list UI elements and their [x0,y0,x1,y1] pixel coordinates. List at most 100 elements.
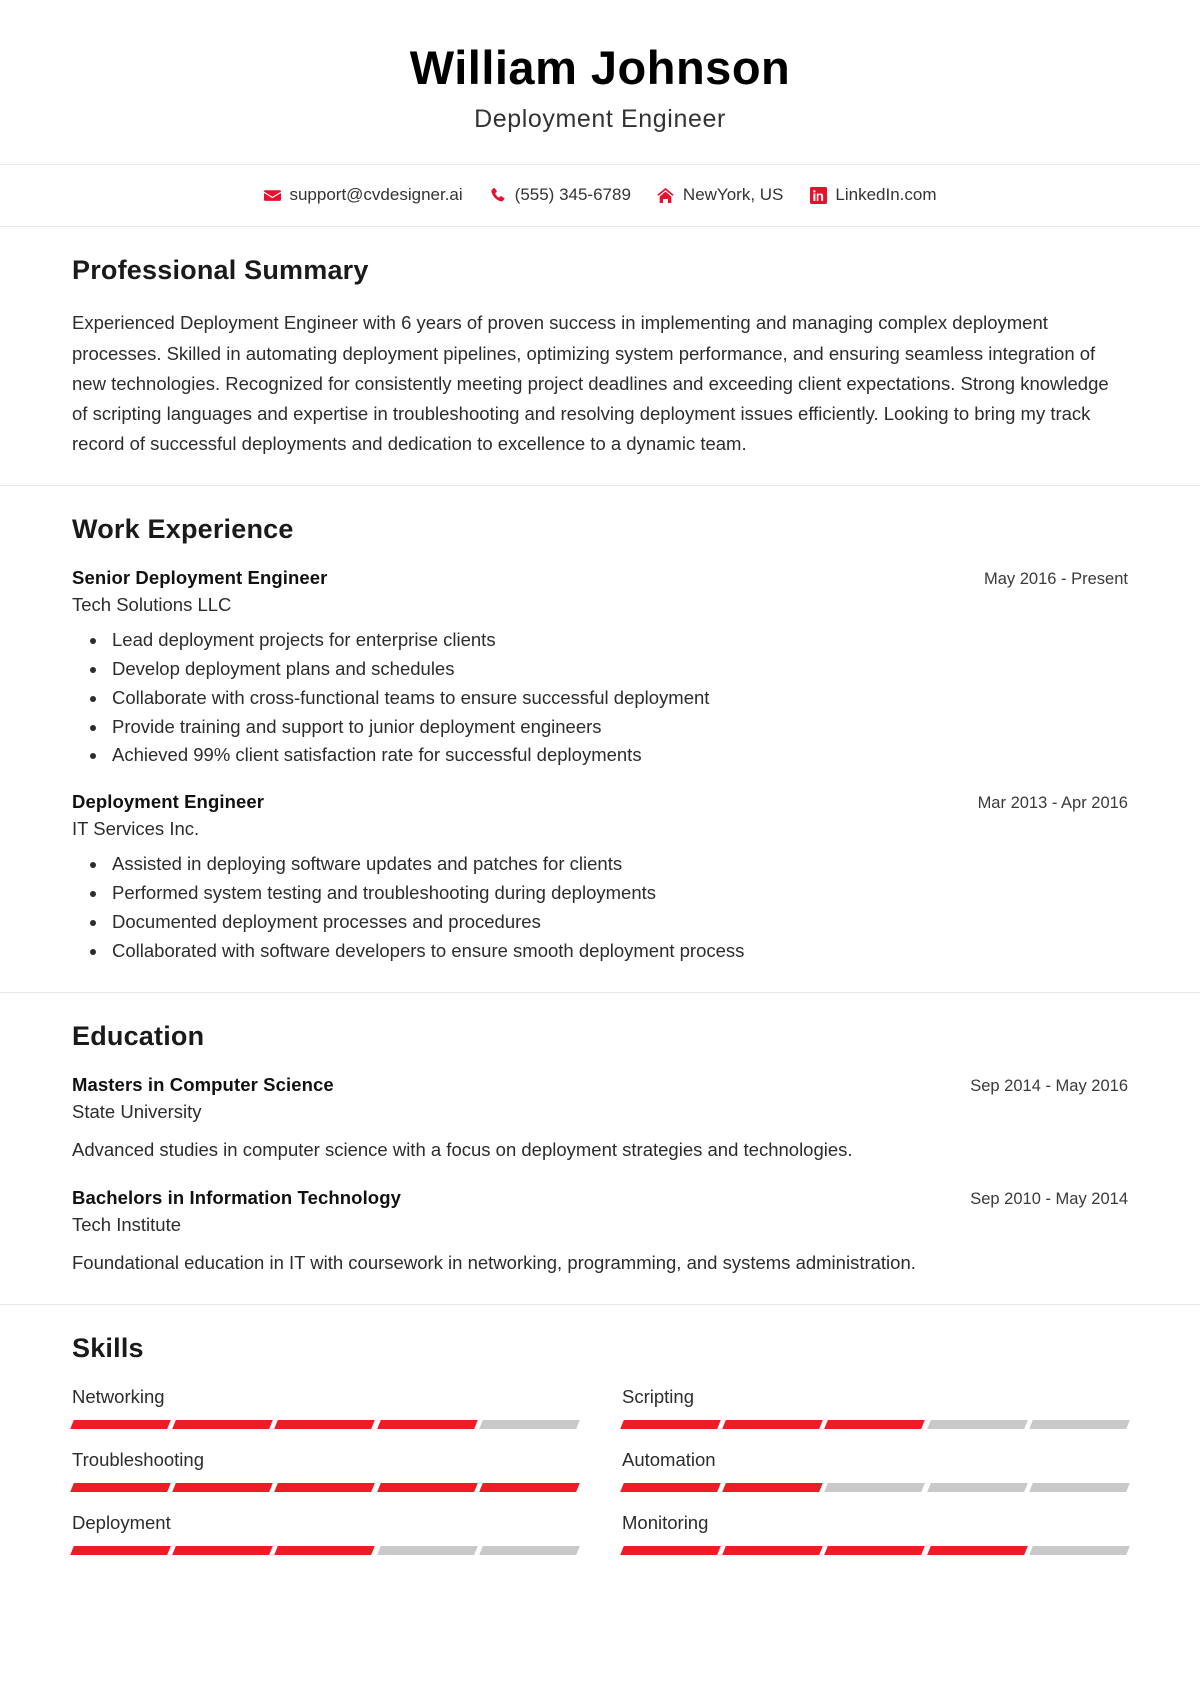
education-date: Sep 2014 - May 2016 [970,1077,1128,1096]
skills-grid: Networking Scripting Troubleshooting Aut… [70,1385,1130,1575]
skill-segment-empty [478,1419,580,1429]
skill-item: Monitoring [620,1511,1130,1575]
contact-label-location: NewYork, US [682,185,784,205]
education-degree: Masters in Computer Science [72,1074,334,1096]
work-bullet: Documented deployment processes and proc… [108,909,1128,936]
work-role: Senior Deployment Engineer [72,567,328,589]
skill-segment-filled [824,1419,926,1429]
work-bullet: Provide training and support to junior d… [108,714,1128,741]
skill-label: Networking [72,1385,165,1407]
section-skills: Skills Networking Scripting Troubleshoot… [0,1305,1200,1601]
education-school: State University [72,1101,202,1123]
work-bullet-list: Assisted in deploying software updates a… [72,851,1128,964]
section-professional-summary: Professional Summary Experienced Deploym… [0,227,1200,487]
contact-label-email: support@cvdesigner.ai [289,185,463,205]
work-bullet: Collaborated with software developers to… [108,938,1128,965]
contact-label-phone: (555) 345-6789 [514,185,631,205]
work-bullet: Achieved 99% client satisfaction rate fo… [108,742,1128,769]
education-description: Foundational education in IT with course… [72,1252,916,1274]
work-bullet: Develop deployment plans and schedules [108,656,1128,683]
skill-segment-empty [926,1419,1028,1429]
linkedin-icon [809,186,827,204]
skill-segment-filled [274,1482,376,1492]
skill-segment-empty [824,1482,926,1492]
contact-item-linkedin[interactable]: LinkedIn.com [809,185,937,205]
skill-segment-filled [478,1482,580,1492]
education-entry-head: Masters in Computer Science Sep 2014 - M… [72,1074,1128,1096]
skill-label: Monitoring [622,1511,709,1533]
skill-segment-filled [70,1482,172,1492]
skill-level-bar [620,1482,1130,1492]
skill-level-bar [70,1419,580,1429]
skill-label: Automation [622,1448,716,1470]
section-title-skills: Skills [72,1332,144,1363]
education-degree: Bachelors in Information Technology [72,1187,401,1209]
work-date: Mar 2013 - Apr 2016 [977,794,1128,813]
skill-segment-empty [926,1482,1028,1492]
home-icon [657,186,675,204]
skill-segment-filled [172,1482,274,1492]
education-school: Tech Institute [72,1214,182,1236]
resume-header: William Johnson Deployment Engineer [0,0,1200,166]
skill-level-bar [70,1482,580,1492]
section-education: Education Masters in Computer Science Se… [0,993,1200,1305]
skill-segment-filled [376,1419,478,1429]
candidate-name: William Johnson [409,41,791,94]
skill-segment-empty [376,1545,478,1555]
resume-page: William Johnson Deployment Engineer supp… [0,0,1200,1601]
skill-segment-filled [722,1545,824,1555]
work-entry: Deployment Engineer Mar 2013 - Apr 2016 … [72,791,1128,964]
skill-level-bar [620,1419,1130,1429]
envelope-icon [263,186,281,204]
section-title-summary: Professional Summary [72,255,369,286]
skill-segment-filled [926,1545,1028,1555]
skill-segment-filled [70,1419,172,1429]
skill-item: Troubleshooting [70,1448,580,1512]
skill-segment-filled [722,1482,824,1492]
skill-item: Networking [70,1385,580,1449]
skill-level-bar [620,1545,1130,1555]
contact-item-email[interactable]: support@cvdesigner.ai [263,185,463,205]
skill-label: Deployment [72,1511,171,1533]
work-bullet: Lead deployment projects for enterprise … [108,627,1128,654]
work-entry: Senior Deployment Engineer May 2016 - Pr… [72,567,1128,769]
skill-segment-filled [172,1545,274,1555]
work-company: IT Services Inc. [72,818,200,840]
work-company: Tech Solutions LLC [72,594,232,616]
work-bullet: Collaborate with cross-functional teams … [108,685,1128,712]
education-date: Sep 2010 - May 2014 [970,1190,1128,1209]
skill-segment-filled [620,1419,722,1429]
education-description: Advanced studies in computer science wit… [72,1139,853,1161]
skill-segment-filled [376,1482,478,1492]
skill-segment-empty [1028,1419,1130,1429]
skill-segment-filled [274,1545,376,1555]
section-title-education: Education [72,1021,205,1052]
work-bullet-list: Lead deployment projects for enterprise … [72,627,1128,769]
skill-item: Deployment [70,1511,580,1575]
education-entry: Bachelors in Information Technology Sep … [72,1187,1128,1278]
phone-icon [489,186,507,204]
contact-bar: support@cvdesigner.ai (555) 345-6789 New… [0,165,1200,228]
skill-label: Troubleshooting [72,1448,204,1470]
skill-segment-filled [274,1419,376,1429]
skill-segment-filled [172,1419,274,1429]
contact-item-location[interactable]: NewYork, US [657,185,783,205]
contact-item-phone[interactable]: (555) 345-6789 [489,185,631,205]
summary-text: Experienced Deployment Engineer with 6 y… [72,312,1109,455]
work-entry-head: Deployment Engineer Mar 2013 - Apr 2016 [72,791,1128,813]
education-entry-head: Bachelors in Information Technology Sep … [72,1187,1128,1209]
skill-segment-empty [478,1545,580,1555]
candidate-job-title: Deployment Engineer [474,105,726,134]
skill-segment-filled [722,1419,824,1429]
work-date: May 2016 - Present [984,570,1128,589]
work-entry-head: Senior Deployment Engineer May 2016 - Pr… [72,567,1128,589]
education-entry: Masters in Computer Science Sep 2014 - M… [72,1074,1128,1165]
work-bullet: Performed system testing and troubleshoo… [108,880,1128,907]
skill-level-bar [70,1545,580,1555]
skill-item: Scripting [620,1385,1130,1449]
skill-segment-empty [1028,1482,1130,1492]
work-role: Deployment Engineer [72,791,265,813]
skill-label: Scripting [622,1385,694,1407]
skill-segment-filled [620,1482,722,1492]
skill-segment-filled [70,1545,172,1555]
